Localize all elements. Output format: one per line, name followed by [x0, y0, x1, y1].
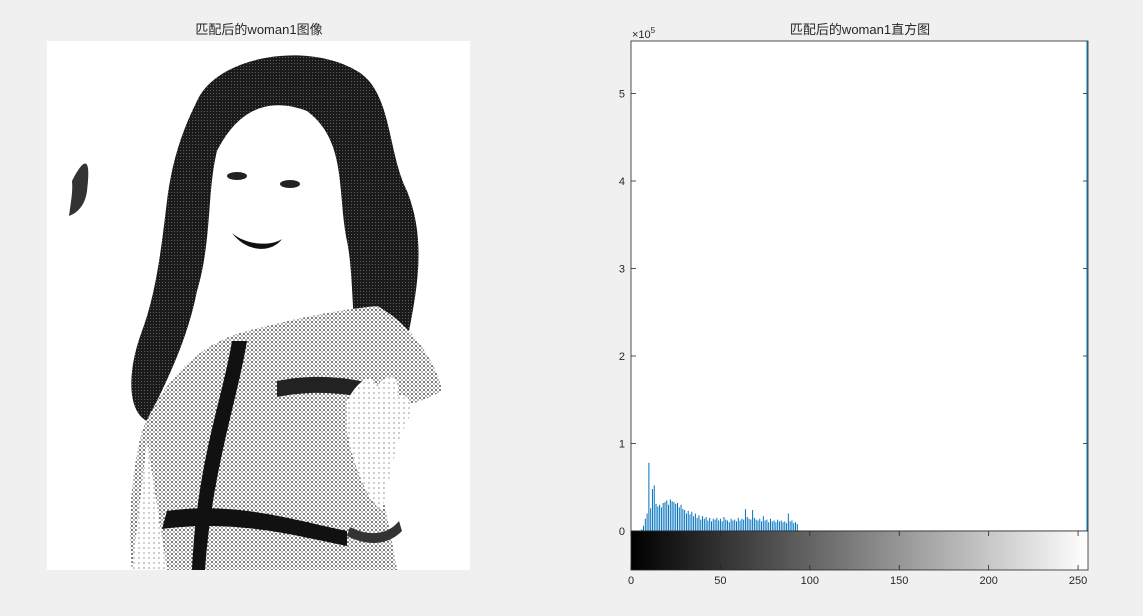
y-tick-label: 5: [619, 89, 625, 101]
y-tick-label: 4: [619, 176, 625, 188]
x-tick-label: 100: [801, 575, 819, 587]
y-exponent-label: ×105: [632, 26, 656, 41]
x-tick-label: 200: [979, 575, 997, 587]
y-tick-label: 3: [619, 264, 625, 276]
y-tick-label: 1: [619, 439, 625, 451]
plot-area: [630, 40, 1089, 532]
histogram-chart: 0 1 2 3 4 5 0 50 100 150 200 250 ×105: [619, 26, 1089, 587]
y-tick-label: 2: [619, 351, 625, 363]
x-tick-label: 150: [890, 575, 908, 587]
x-tick-label: 250: [1069, 575, 1087, 587]
y-tick-label: 0: [619, 526, 625, 538]
grayscale-colorbar: [630, 530, 1089, 571]
x-tick-label: 0: [628, 575, 634, 587]
x-tick-label: 50: [714, 575, 726, 587]
